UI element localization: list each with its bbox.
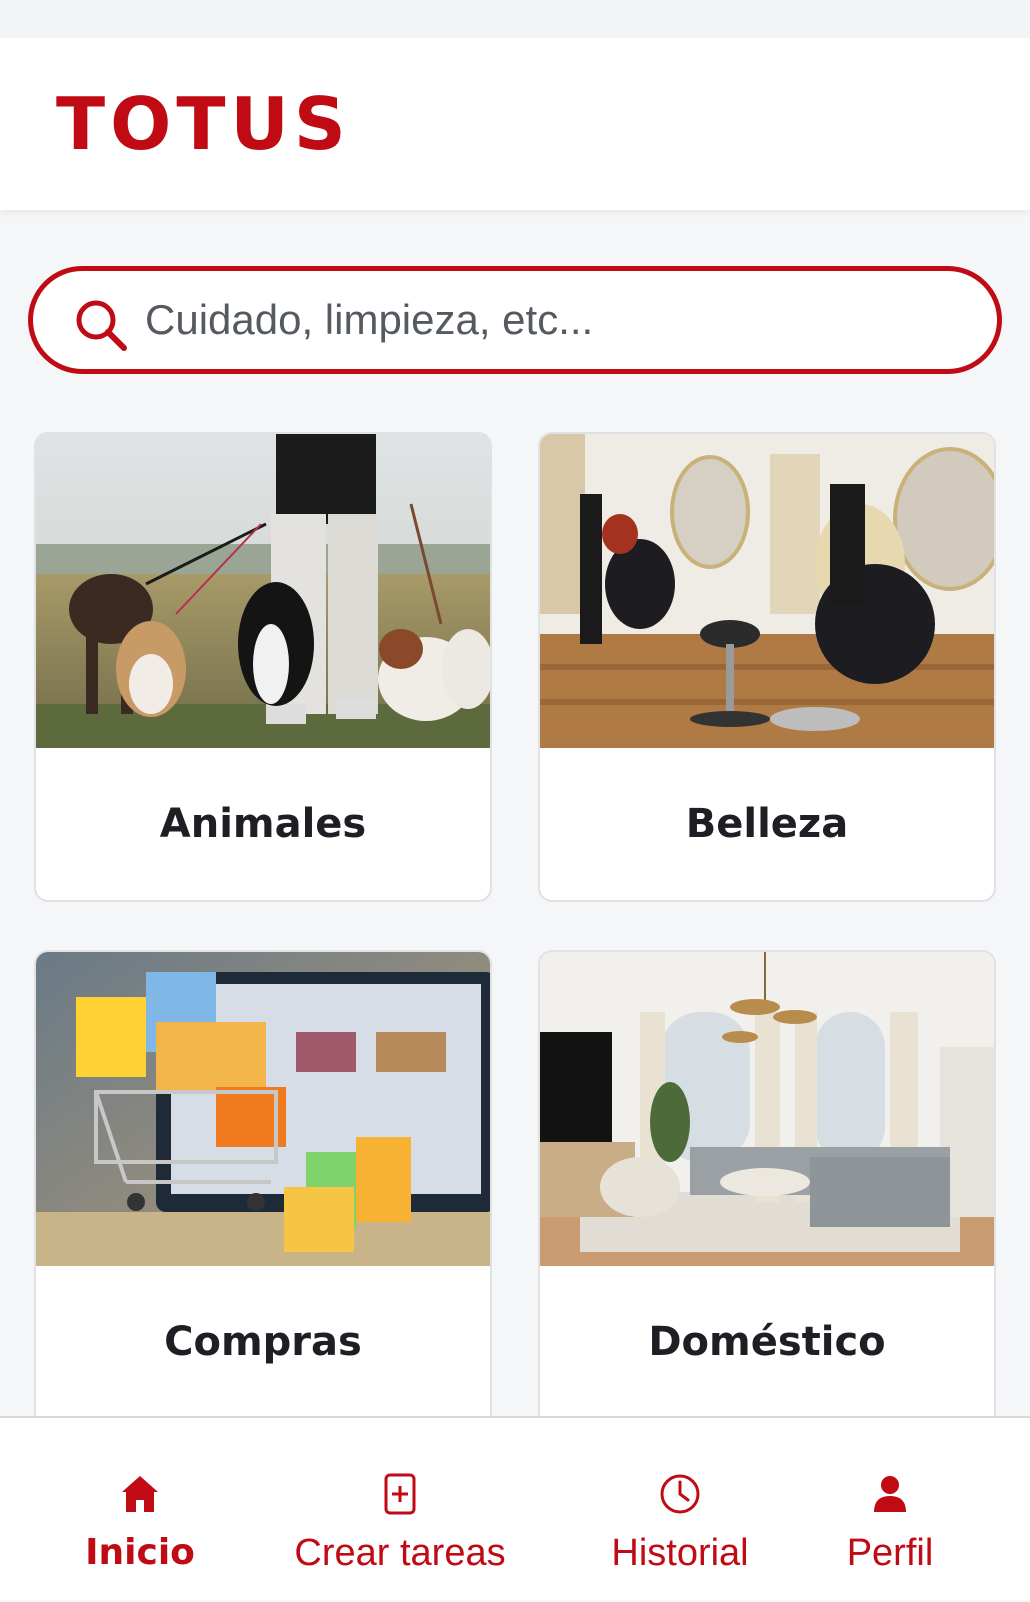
search-icon xyxy=(73,297,129,353)
nav-item-inicio[interactable]: Inicio xyxy=(60,1418,220,1602)
dogs-walking-photo xyxy=(36,434,490,748)
category-card-belleza[interactable]: Belleza xyxy=(538,432,996,902)
home-icon xyxy=(118,1472,162,1516)
category-label: Belleza xyxy=(685,801,849,847)
shopping-cart-laptop-photo xyxy=(36,952,490,1266)
search-input[interactable] xyxy=(145,289,965,351)
nav-label-historial: Historial xyxy=(611,1532,749,1574)
category-label: Animales xyxy=(159,801,367,847)
nav-label-perfil: Perfil xyxy=(846,1532,934,1574)
living-room-photo xyxy=(540,952,994,1266)
nav-label-crear-tareas: Crear tareas xyxy=(294,1532,506,1574)
category-card-domestico[interactable]: Doméstico xyxy=(538,950,996,1450)
clock-icon xyxy=(658,1472,702,1516)
search-bar[interactable] xyxy=(28,266,1002,374)
hair-salon-photo xyxy=(540,434,994,748)
nav-item-perfil[interactable]: Perfil xyxy=(820,1418,960,1602)
nav-item-crear-tareas[interactable]: Crear tareas xyxy=(270,1418,530,1602)
category-card-compras[interactable]: Compras xyxy=(34,950,492,1450)
app-header: TOTUS xyxy=(0,38,1030,210)
category-label: Compras xyxy=(164,1319,362,1365)
user-icon xyxy=(868,1472,912,1516)
brand-logo: TOTUS xyxy=(56,82,351,166)
bottom-navigation: Inicio Crear tareas Historial Perfil xyxy=(0,1416,1030,1600)
category-label: Doméstico xyxy=(648,1319,886,1365)
status-bar xyxy=(0,0,1030,38)
nav-label-inicio: Inicio xyxy=(85,1532,195,1573)
nav-item-historial[interactable]: Historial xyxy=(590,1418,770,1602)
add-task-icon xyxy=(378,1472,422,1516)
category-card-animales[interactable]: Animales xyxy=(34,432,492,902)
